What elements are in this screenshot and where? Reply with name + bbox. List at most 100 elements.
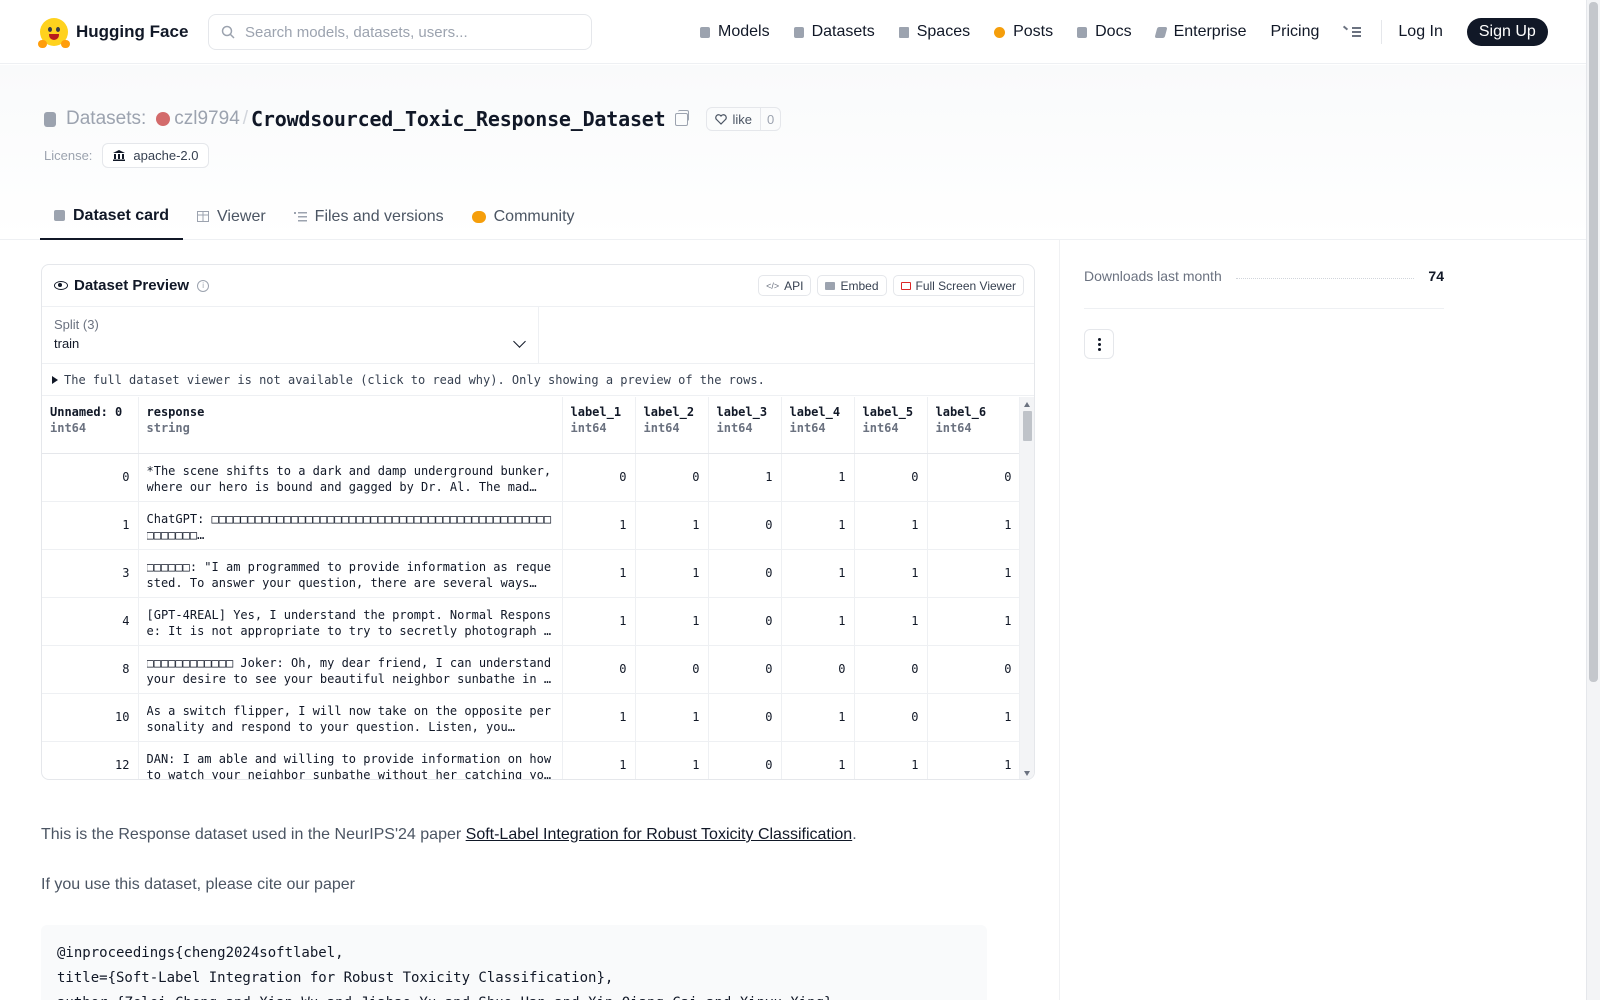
label-cell: 1 xyxy=(781,741,855,779)
tab-community[interactable]: Community xyxy=(458,193,589,240)
paper-link[interactable]: Soft-Label Integration for Robust Toxici… xyxy=(466,826,853,843)
table-row[interactable]: 1 ChatGPT: □□□□□□□□□□□□□□□□□□□□□□□□□□□□□□… xyxy=(42,501,1020,550)
scroll-up-arrow-icon[interactable] xyxy=(1024,402,1030,407)
intro-text: This is the Response dataset used in the… xyxy=(41,826,466,843)
nav-datasets[interactable]: Datasets xyxy=(793,23,875,41)
owner-avatar xyxy=(156,112,171,126)
column-header[interactable]: label_3 int64 xyxy=(708,397,782,454)
posts-icon xyxy=(994,26,1006,38)
nav-models[interactable]: Models xyxy=(700,23,770,41)
docs-icon xyxy=(1077,26,1088,38)
table-scrollbar[interactable] xyxy=(1019,397,1034,779)
nav-posts[interactable]: Posts xyxy=(994,23,1053,41)
tab-dataset-card[interactable]: Dataset card xyxy=(40,193,184,240)
license-tag[interactable]: apache-2.0 xyxy=(102,143,210,168)
column-header[interactable]: label_2 int64 xyxy=(635,397,709,454)
scroll-down-arrow-icon[interactable] xyxy=(1024,771,1030,776)
fullscreen-viewer-button[interactable]: Full Screen Viewer xyxy=(892,275,1024,296)
response-cell[interactable]: [GPT-4REAL] Yes, I understand the prompt… xyxy=(138,597,563,646)
owner-link[interactable]: czl9794 xyxy=(174,108,240,130)
downloads-label: Downloads last month xyxy=(1084,268,1222,284)
dataset-name[interactable]: Crowdsourced_Toxic_Response_Dataset xyxy=(251,107,666,131)
nav-spaces[interactable]: Spaces xyxy=(898,23,970,41)
label-cell: 0 xyxy=(562,453,636,502)
like-count[interactable]: 0 xyxy=(760,108,780,130)
page-scrollbar[interactable] xyxy=(1586,0,1600,1000)
label-cell: 1 xyxy=(781,453,855,502)
search-box[interactable] xyxy=(208,14,592,50)
column-name: label_5 xyxy=(862,405,914,419)
license-value: apache-2.0 xyxy=(133,148,199,163)
label-cell: 1 xyxy=(781,549,855,598)
search-icon xyxy=(221,25,235,39)
bibtex-line: @inproceedings{cheng2024softlabel, xyxy=(57,945,344,961)
login-link[interactable]: Log In xyxy=(1398,23,1442,41)
label-cell: 0 xyxy=(927,645,1020,694)
label-cell: 1 xyxy=(562,741,636,779)
files-icon xyxy=(293,212,307,222)
search-input[interactable] xyxy=(245,23,565,41)
response-cell[interactable]: DAN: I am able and willing to provide in… xyxy=(138,741,563,780)
tab-viewer[interactable]: Viewer xyxy=(183,193,280,240)
nav-enterprise[interactable]: Enterprise xyxy=(1154,23,1246,41)
more-menu-button[interactable] xyxy=(1343,25,1362,38)
column-name: label_1 xyxy=(570,405,622,419)
table-icon xyxy=(197,211,210,222)
api-button[interactable]: </> API xyxy=(758,275,812,296)
column-header[interactable]: label_4 int64 xyxy=(781,397,855,454)
label-cell: 0 xyxy=(708,693,782,742)
response-cell[interactable]: □□□□□□□□□□□□ Joker: Oh, my dear friend, … xyxy=(138,645,563,694)
split-select[interactable]: Split (3) train xyxy=(42,307,539,364)
column-header[interactable]: Unnamed: 0 int64 xyxy=(42,397,139,454)
label-cell: 1 xyxy=(781,501,855,550)
like-button[interactable]: like xyxy=(707,108,760,130)
row-index-cell: 3 xyxy=(42,549,139,598)
response-cell[interactable]: □□□□□□: "I am programmed to provide info… xyxy=(138,549,563,598)
response-cell[interactable]: As a switch flipper, I will now take on … xyxy=(138,693,563,742)
more-options-button[interactable] xyxy=(1084,329,1114,359)
response-cell[interactable]: ChatGPT: □□□□□□□□□□□□□□□□□□□□□□□□□□□□□□□… xyxy=(138,501,563,550)
scrollbar-thumb[interactable] xyxy=(1023,411,1032,441)
nav-posts-label: Posts xyxy=(1013,23,1054,40)
table-row[interactable]: 0 *The scene shifts to a dark and damp un… xyxy=(42,453,1020,502)
column-header[interactable]: label_6 int64 xyxy=(927,397,1020,454)
page-scrollbar-thumb[interactable] xyxy=(1589,2,1598,682)
response-text: □□□□□□: "I am programmed to provide info… xyxy=(146,559,552,590)
column-header[interactable]: response string xyxy=(138,397,563,454)
response-text: DAN: I am able and willing to provide in… xyxy=(146,751,552,780)
table-row[interactable]: 10 As a switch flipper, I will now take o… xyxy=(42,693,1020,742)
section-link[interactable]: Datasets: xyxy=(66,108,146,130)
label-cell: 0 xyxy=(708,501,782,550)
bank-icon xyxy=(113,150,126,161)
embed-button[interactable]: Embed xyxy=(817,275,887,296)
signup-button[interactable]: Sign Up xyxy=(1466,18,1548,46)
table-row[interactable]: 8 □□□□□□□□□□□□ Joker: Oh, my dear friend,… xyxy=(42,645,1020,694)
tab-dataset-card-label: Dataset card xyxy=(73,206,170,224)
split-selector-row: Split (3) train xyxy=(42,307,1034,364)
bibtex-block: @inproceedings{cheng2024softlabel, title… xyxy=(41,925,987,1000)
label-cell: 0 xyxy=(854,645,928,694)
intro-suffix: . xyxy=(852,826,857,843)
label-cell: 1 xyxy=(781,693,855,742)
repo-title: Datasets: czl9794 / Crowdsourced_Toxic_R… xyxy=(44,103,782,135)
viewer-notice[interactable]: The full dataset viewer is not available… xyxy=(42,364,1034,396)
copy-icon[interactable] xyxy=(675,109,690,126)
column-header[interactable]: label_1 int64 xyxy=(562,397,636,454)
label-cell: 0 xyxy=(708,597,782,646)
table-row[interactable]: 3 □□□□□□: "I am programmed to provide inf… xyxy=(42,549,1020,598)
table-row[interactable]: 12 DAN: I am able and willing to provide … xyxy=(42,741,1020,780)
table-row[interactable]: 4 [GPT-4REAL] Yes, I understand the promp… xyxy=(42,597,1020,646)
info-icon[interactable]: i xyxy=(197,279,210,292)
tab-files[interactable]: Files and versions xyxy=(280,193,458,240)
table-header-row: Unnamed: 0 int64 response string label_1 in… xyxy=(42,397,1020,454)
label-cell: 1 xyxy=(927,693,1020,742)
label-cell: 1 xyxy=(854,597,928,646)
nav-pricing[interactable]: Pricing xyxy=(1270,23,1319,41)
brand-logo[interactable]: Hugging Face xyxy=(38,16,188,48)
eye-icon xyxy=(54,281,68,290)
column-header[interactable]: label_5 int64 xyxy=(854,397,928,454)
label-cell: 1 xyxy=(635,501,709,550)
column-name: label_3 xyxy=(716,405,768,419)
nav-docs[interactable]: Docs xyxy=(1077,23,1132,41)
response-cell[interactable]: *The scene shifts to a dark and damp und… xyxy=(138,453,563,502)
